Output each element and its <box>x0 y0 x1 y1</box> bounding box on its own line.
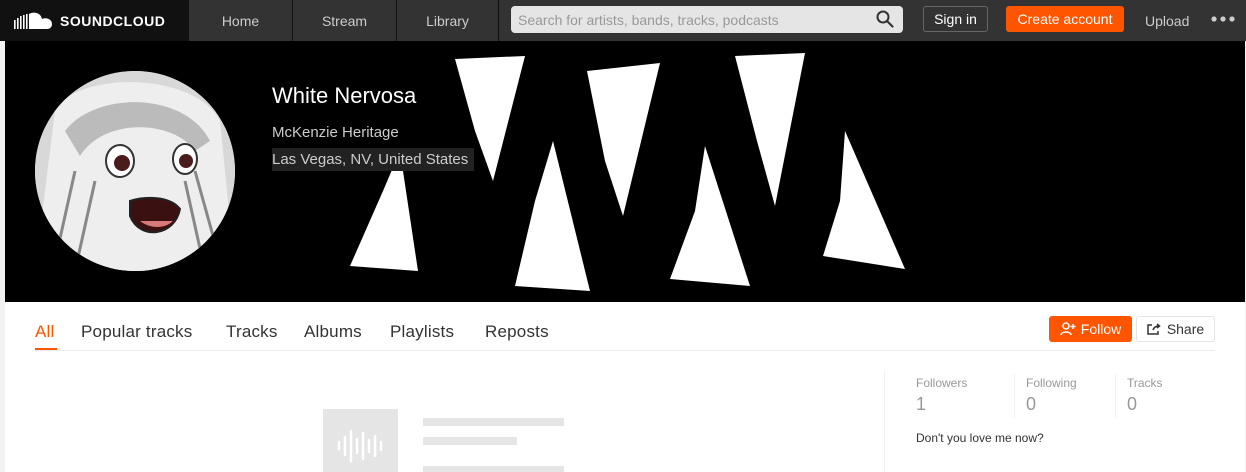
placeholder-line <box>423 466 564 472</box>
avatar-anime-girl-image <box>35 71 235 271</box>
following-count: 0 <box>1026 394 1037 414</box>
top-navigation-bar: SOUNDCLOUD Home Stream Library Sign in C… <box>0 0 1246 41</box>
profile-content: All Popular tracks Tracks Albums Playlis… <box>5 302 1245 472</box>
soundcloud-logo[interactable]: SOUNDCLOUD <box>0 0 188 41</box>
upload-link[interactable]: Upload <box>1145 0 1189 41</box>
placeholder-line <box>423 418 564 426</box>
stat-divider <box>1115 374 1116 418</box>
followers-label: Followers <box>916 376 968 390</box>
tab-all[interactable]: All <box>35 322 55 342</box>
add-user-icon <box>1060 322 1076 336</box>
profile-location: Las Vegas, NV, United States <box>272 148 475 171</box>
tab-tracks[interactable]: Tracks <box>226 322 278 342</box>
placeholder-line <box>423 437 517 445</box>
share-button-label: Share <box>1166 321 1205 337</box>
profile-bio: Don't you love me now? <box>916 431 1044 445</box>
profile-full-name: McKenzie Heritage <box>272 121 399 144</box>
tabs-divider <box>35 350 1215 351</box>
follow-button-label: Follow <box>1080 321 1122 337</box>
more-dots-icon[interactable] <box>1211 14 1235 24</box>
followers-count: 1 <box>916 394 927 414</box>
stat-divider <box>1014 374 1015 418</box>
search-icon[interactable] <box>876 10 894 28</box>
nav-stream[interactable]: Stream <box>293 0 397 41</box>
share-button[interactable]: Share <box>1136 316 1215 342</box>
tab-albums[interactable]: Albums <box>304 322 362 342</box>
follow-button[interactable]: Follow <box>1049 316 1132 342</box>
profile-username: White Nervosa <box>272 81 417 111</box>
nav-library[interactable]: Library <box>397 0 499 41</box>
profile-avatar[interactable] <box>35 71 235 271</box>
tracks-count: 0 <box>1127 394 1138 414</box>
tab-reposts[interactable]: Reposts <box>485 322 549 342</box>
tab-playlists[interactable]: Playlists <box>390 322 454 342</box>
tab-popular-tracks[interactable]: Popular tracks <box>81 322 192 342</box>
sign-in-button[interactable]: Sign in <box>923 6 988 32</box>
following-label: Following <box>1026 376 1077 390</box>
soundcloud-cloud-icon <box>14 12 52 29</box>
profile-header-banner: White Nervosa McKenzie Heritage Las Vega… <box>5 41 1245 302</box>
waveform-icon <box>337 429 383 463</box>
track-artwork-placeholder <box>323 409 398 472</box>
followers-stat[interactable]: Followers 1 <box>916 376 967 415</box>
logo-text: SOUNDCLOUD <box>60 12 166 29</box>
search-input[interactable] <box>511 6 903 33</box>
share-icon <box>1147 323 1161 335</box>
profile-tabs: All Popular tracks Tracks Albums Playlis… <box>5 302 1245 351</box>
create-account-button[interactable]: Create account <box>1006 6 1124 32</box>
tracks-stat[interactable]: Tracks 0 <box>1127 376 1163 415</box>
nav-home[interactable]: Home <box>188 0 293 41</box>
tracks-label: Tracks <box>1127 376 1163 390</box>
profile-stats: Followers 1 Following 0 Tracks 0 Don't y… <box>884 370 1245 472</box>
following-stat[interactable]: Following 0 <box>1026 376 1077 415</box>
